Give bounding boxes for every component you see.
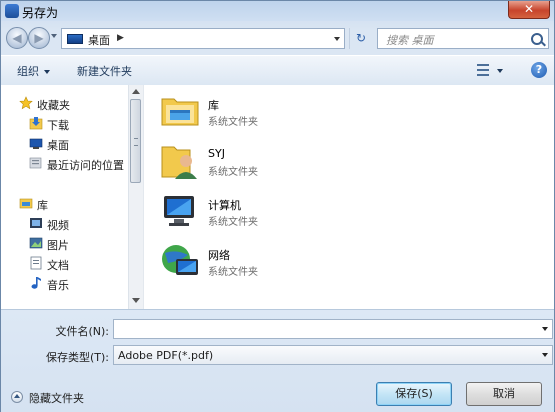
view-options-icon[interactable]: [477, 64, 489, 76]
file-type: 系统文件夹: [208, 267, 258, 278]
file-name: 计算机: [208, 199, 241, 212]
nav-desktop-label: 桌面: [47, 139, 69, 152]
search-placeholder: 搜索 桌面: [386, 34, 434, 47]
chevron-down-icon[interactable]: [542, 353, 548, 357]
file-item-libraries[interactable]: 库 系统文件夹: [160, 91, 360, 137]
recent-pages-dropdown[interactable]: [51, 34, 57, 38]
chevron-down-icon: [44, 70, 50, 74]
grip-icon: [134, 138, 138, 146]
organize-label: 组织: [17, 65, 39, 78]
filename-label: 文件名(N):: [55, 325, 109, 338]
filetype-label: 保存类型(T):: [45, 351, 109, 364]
libraries-icon: [161, 98, 199, 126]
chevron-down-icon[interactable]: [542, 327, 548, 331]
search-input[interactable]: 搜索 桌面: [377, 28, 549, 49]
desktop-icon: [67, 34, 83, 44]
network-icon: [162, 245, 198, 275]
breadcrumb-chevron-icon[interactable]: ▶: [117, 33, 124, 43]
computer-icon: [164, 196, 194, 226]
document-library-icon: [30, 256, 42, 270]
nav-downloads-label: 下载: [47, 119, 69, 132]
file-type: 系统文件夹: [208, 117, 258, 128]
close-button[interactable]: ✕: [508, 1, 550, 19]
file-name: SYJ: [208, 147, 225, 160]
view-dropdown-icon[interactable]: [497, 69, 503, 73]
save-as-dialog: 另存为 ✕ ◀ ▶ 桌面 ▶ ↻ 搜索 桌面 组织 新建文件夹 ? 收藏夹 下载…: [0, 0, 555, 412]
scrollbar-thumb[interactable]: [130, 99, 141, 183]
desktop-icon: [29, 138, 43, 149]
video-library-icon: [30, 218, 42, 228]
forward-button[interactable]: ▶: [28, 27, 50, 49]
picture-library-icon: [29, 237, 43, 249]
nav-recent-places-label: 最近访问的位置: [47, 159, 124, 172]
nav-music-label: 音乐: [47, 279, 69, 292]
title-bar[interactable]: 另存为 ✕: [1, 1, 554, 21]
download-folder-icon: [29, 117, 43, 130]
filetype-value: Adobe PDF(*.pdf): [118, 349, 214, 362]
new-folder-button[interactable]: 新建文件夹: [77, 63, 132, 79]
cancel-button[interactable]: 取消: [466, 382, 542, 406]
music-library-icon: [31, 277, 41, 289]
address-bar[interactable]: 桌面 ▶: [61, 28, 345, 49]
file-type: 系统文件夹: [208, 167, 258, 178]
organize-button[interactable]: 组织: [17, 63, 50, 79]
star-icon: [19, 96, 33, 110]
search-icon[interactable]: [531, 33, 543, 45]
file-list: 库 系统文件夹 SYJ 系统文件夹 计算机 系统文件夹 网络 系统文件夹: [144, 85, 554, 309]
file-type: 系统文件夹: [208, 217, 258, 228]
nav-pictures-label: 图片: [47, 239, 69, 252]
collapse-up-icon: [11, 391, 23, 403]
filetype-select[interactable]: Adobe PDF(*.pdf): [113, 345, 553, 365]
content-area: 收藏夹 下载 桌面 最近访问的位置 库 视频 图片 文档 音乐 库 系统文件夹 …: [1, 85, 554, 309]
scroll-down-icon[interactable]: [132, 298, 140, 303]
file-name: 网络: [208, 249, 230, 262]
address-row: ◀ ▶ 桌面 ▶ ↻ 搜索 桌面: [1, 23, 554, 53]
nav-favorites-label: 收藏夹: [37, 99, 70, 112]
address-location[interactable]: 桌面: [88, 32, 110, 48]
nav-videos-label: 视频: [47, 219, 69, 232]
scroll-up-icon[interactable]: [132, 89, 140, 94]
app-icon: [5, 4, 19, 18]
file-item-computer[interactable]: 计算机 系统文件夹: [160, 191, 360, 237]
command-toolbar: 组织 新建文件夹 ?: [1, 55, 554, 86]
nav-libraries-label: 库: [37, 199, 48, 212]
user-folder-icon: [161, 146, 197, 179]
file-item-network[interactable]: 网络 系统文件夹: [160, 241, 360, 287]
save-button[interactable]: 保存(S): [376, 382, 452, 406]
help-icon[interactable]: ?: [531, 62, 547, 78]
nav-documents-label: 文档: [47, 259, 69, 272]
nav-pane-scrollbar[interactable]: [128, 85, 143, 309]
hide-folders-label: 隐藏文件夹: [29, 392, 84, 405]
libraries-icon: [19, 198, 33, 209]
refresh-button[interactable]: ↻: [349, 28, 372, 49]
navigation-pane: 收藏夹 下载 桌面 最近访问的位置 库 视频 图片 文档 音乐: [1, 85, 127, 309]
address-history-dropdown[interactable]: [334, 37, 340, 41]
filename-input[interactable]: [113, 319, 553, 339]
back-button[interactable]: ◀: [6, 27, 28, 49]
file-item-syj[interactable]: SYJ 系统文件夹: [160, 141, 360, 187]
window-title: 另存为: [22, 6, 59, 20]
save-options-panel: 文件名(N): 保存类型(T): Adobe PDF(*.pdf) 隐藏文件夹 …: [1, 309, 554, 412]
file-name: 库: [208, 99, 219, 112]
recent-places-icon: [29, 157, 42, 169]
